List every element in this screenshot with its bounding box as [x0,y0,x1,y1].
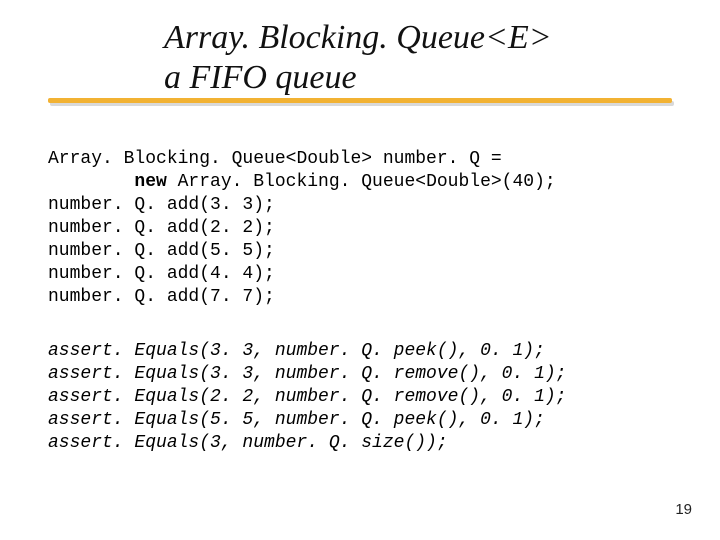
code-line-2-rest: Array. Blocking. Queue<Double>(40); [167,172,556,192]
code-line-7: number. Q. add(7. 7); [48,287,275,307]
assert-line-2: assert. Equals(3. 3, number. Q. remove()… [48,364,566,384]
title-underline [48,98,672,108]
keyword-new: new [134,172,166,192]
code-line-3: number. Q. add(3. 3); [48,195,275,215]
assert-line-3: assert. Equals(2. 2, number. Q. remove()… [48,387,566,407]
assert-line-1: assert. Equals(3. 3, number. Q. peek(), … [48,341,545,361]
code-line-4: number. Q. add(2. 2); [48,218,275,238]
assert-line-5: assert. Equals(3, number. Q. size()); [48,433,448,453]
slide: Array. Blocking. Queue<E> a FIFO queue A… [0,0,720,540]
code-line-1: Array. Blocking. Queue<Double> number. Q… [48,149,502,169]
title-line-2: a FIFO queue [164,58,684,98]
code-line-2-indent [48,172,134,192]
assert-line-4: assert. Equals(5. 5, number. Q. peek(), … [48,410,545,430]
code-line-5: number. Q. add(5. 5); [48,241,275,261]
title-line-1: Array. Blocking. Queue<E> [164,18,684,58]
underline-main [48,98,672,103]
code-block-declaration: Array. Blocking. Queue<Double> number. Q… [48,148,556,309]
code-line-6: number. Q. add(4. 4); [48,264,275,284]
page-number: 19 [675,501,692,518]
code-block-asserts: assert. Equals(3. 3, number. Q. peek(), … [48,340,566,455]
slide-title: Array. Blocking. Queue<E> a FIFO queue [164,18,684,98]
